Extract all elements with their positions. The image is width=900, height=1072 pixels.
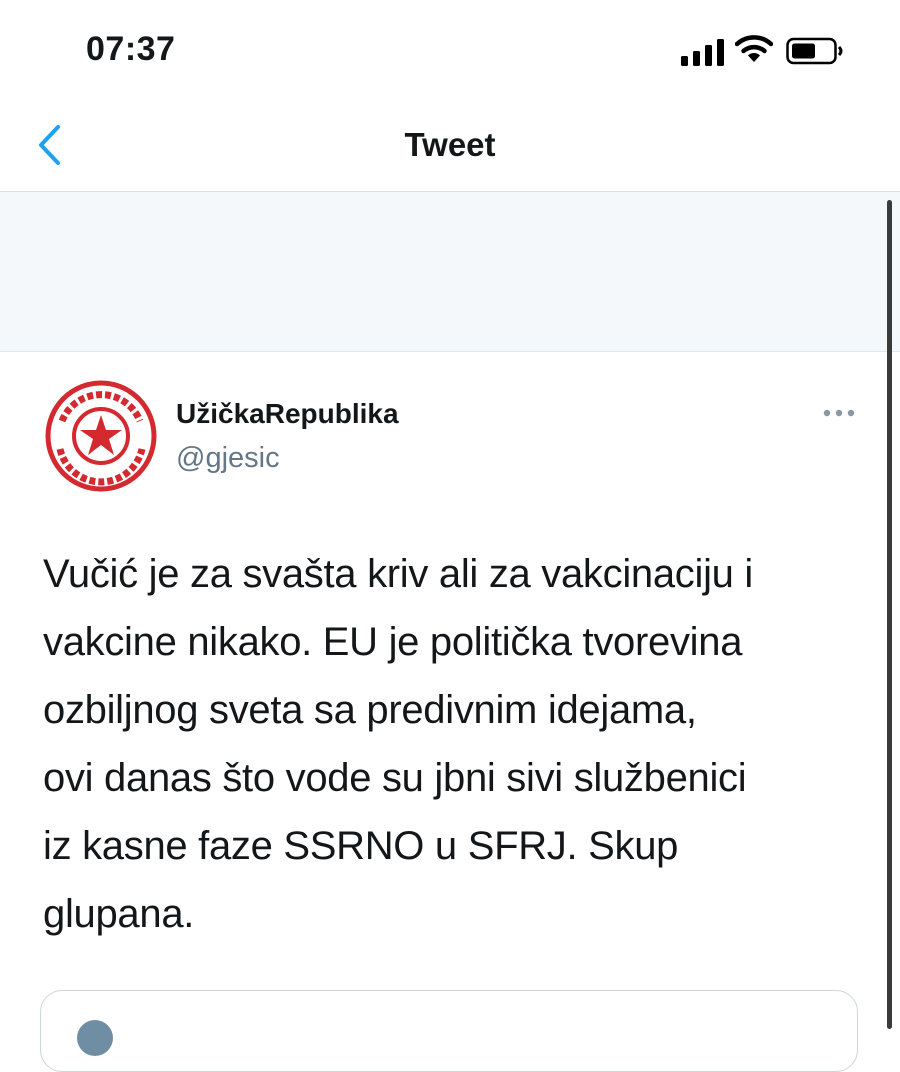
- author-display-name[interactable]: UžičkaRepublika: [176, 398, 399, 430]
- tweet-text-line: iz kasne faze SSRNO u SFRJ. Skup: [43, 824, 679, 868]
- author-avatar[interactable]: [42, 377, 160, 495]
- tweet-text-line: Vučić je za svašta kriv ali za vakcinaci…: [43, 552, 754, 596]
- page-title: Tweet: [404, 126, 496, 163]
- status-bar: 07:37: [0, 0, 900, 100]
- battery-icon: [786, 37, 843, 65]
- quoted-tweet-avatar: [77, 1020, 113, 1056]
- signal-icon: [681, 39, 724, 66]
- more-options-icon[interactable]: [822, 408, 856, 418]
- tweet-text-line: glupana.: [43, 892, 195, 936]
- author-handle[interactable]: @gjesic: [176, 442, 280, 475]
- tweet-text-line: ozbiljnog sveta sa predivnim idejama,: [43, 688, 697, 732]
- wifi-icon: [735, 35, 773, 62]
- tweet-text: Vučić je za svašta kriv ali za vakcinaci…: [43, 540, 873, 948]
- tweet-text-line: vakcine nikako. EU je politička tvorevin…: [43, 620, 743, 664]
- status-time: 07:37: [86, 30, 176, 68]
- profile-banner: [0, 192, 900, 352]
- quoted-tweet-card[interactable]: [40, 990, 858, 1072]
- scrollbar[interactable]: [887, 200, 892, 1029]
- tweet-text-line: ovi danas što vode su jbni sivi službeni…: [43, 756, 747, 800]
